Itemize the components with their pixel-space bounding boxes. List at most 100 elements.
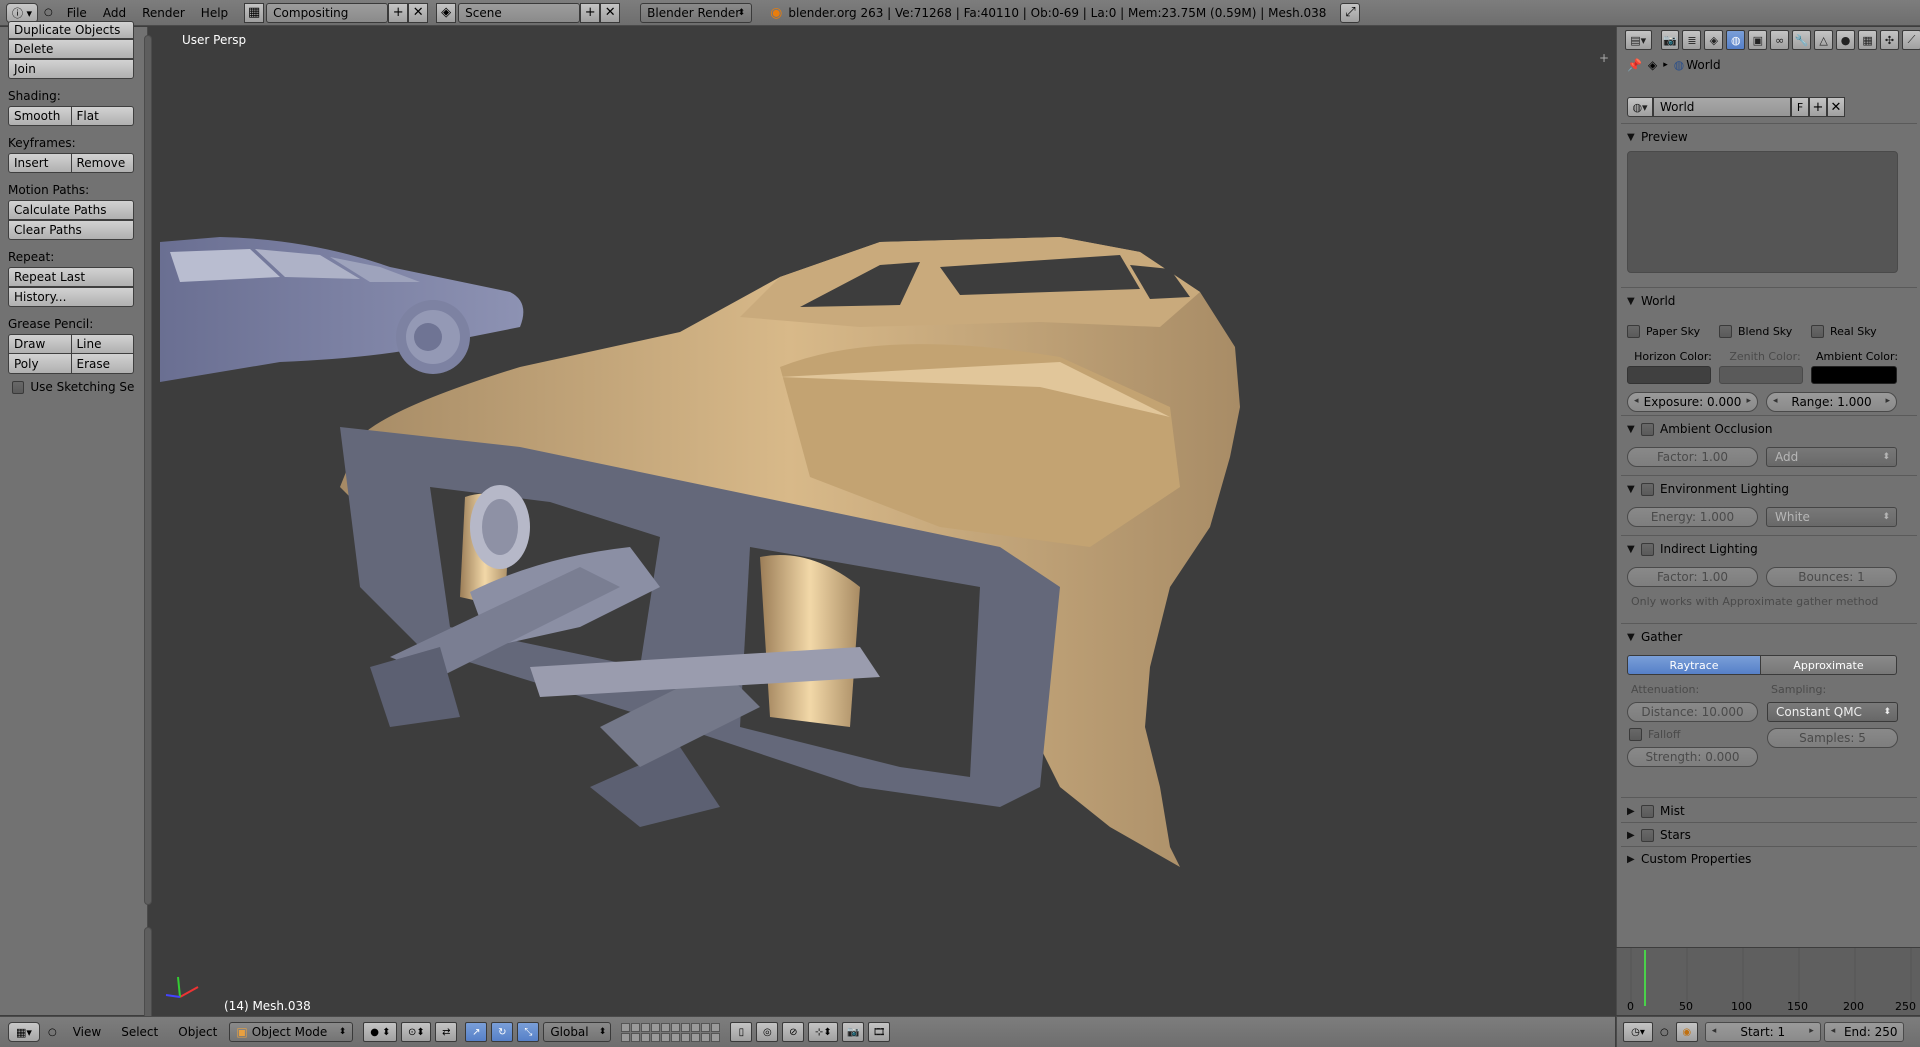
transform-orientation-select[interactable]: Global ⬍ bbox=[543, 1022, 612, 1042]
gather-header[interactable]: ▼ Gather bbox=[1627, 627, 1913, 647]
record-icon[interactable]: ○ bbox=[44, 7, 53, 18]
indirect-bounces-field[interactable]: Bounces: 1 bbox=[1766, 567, 1897, 587]
layout-grid-icon[interactable]: ▦ bbox=[244, 2, 265, 23]
env-header[interactable]: ▼ Environment Lighting bbox=[1627, 479, 1913, 499]
editor-type-button[interactable]: ▤▾ bbox=[1625, 30, 1652, 50]
render-layers-tab-icon[interactable]: ≣ bbox=[1682, 30, 1702, 50]
world-header[interactable]: ▼ World bbox=[1627, 291, 1913, 311]
editor-type-info-button[interactable]: ⓘ ▾ bbox=[6, 2, 38, 23]
menu-render[interactable]: Render bbox=[134, 6, 193, 20]
snap-toggle-icon[interactable]: ⊘ bbox=[782, 1022, 805, 1042]
particles-tab-icon[interactable]: ✣ bbox=[1880, 30, 1899, 50]
grease-draw-button[interactable]: Draw bbox=[8, 334, 72, 354]
world-name-field[interactable]: World bbox=[1653, 97, 1791, 117]
indirect-header[interactable]: ▼ Indirect Lighting bbox=[1627, 539, 1913, 559]
add-world-button[interactable]: + bbox=[1809, 97, 1827, 117]
ao-checkbox[interactable] bbox=[1641, 422, 1654, 436]
remove-scene-button[interactable]: ✕ bbox=[600, 2, 621, 23]
viewport-shading-button[interactable]: ● ⬍ bbox=[363, 1022, 398, 1042]
remove-layout-button[interactable]: ✕ bbox=[408, 2, 429, 23]
grease-poly-button[interactable]: Poly bbox=[8, 354, 72, 374]
smooth-button[interactable]: Smooth bbox=[8, 106, 72, 126]
menu-add[interactable]: Add bbox=[95, 6, 134, 20]
translate-manipulator-icon[interactable]: ↗ bbox=[465, 1022, 488, 1042]
constraints-tab-icon[interactable]: ∞ bbox=[1770, 30, 1790, 50]
world-tab-icon[interactable]: ◍ bbox=[1726, 30, 1746, 50]
scene-tab-icon[interactable]: ◈ bbox=[1704, 30, 1724, 50]
mist-checkbox[interactable] bbox=[1641, 804, 1654, 818]
pivot-point-button[interactable]: ⊙⬍ bbox=[401, 1022, 432, 1042]
horizon-color-swatch[interactable] bbox=[1627, 366, 1711, 384]
menu-view[interactable]: View bbox=[65, 1025, 109, 1039]
custom-properties-header[interactable]: ▶ Custom Properties bbox=[1627, 849, 1913, 869]
texture-tab-icon[interactable]: ▦ bbox=[1858, 30, 1878, 50]
3d-viewport[interactable]: User Persp (14) Mesh.038 + bbox=[160, 27, 1615, 1015]
editor-type-3d-button[interactable]: ▦▾ bbox=[8, 1022, 40, 1042]
scene-icon[interactable]: ◈ bbox=[436, 2, 457, 23]
ao-header[interactable]: ▼ Ambient Occlusion bbox=[1627, 419, 1913, 439]
env-energy-field[interactable]: Energy: 1.000 bbox=[1627, 507, 1758, 527]
viewport-corner-plus-icon[interactable]: + bbox=[1599, 51, 1609, 65]
range-field[interactable]: ◂ Range: 1.000 ▸ bbox=[1766, 392, 1897, 412]
world-browse-button[interactable]: ◍▾ bbox=[1627, 97, 1653, 117]
manipulator-toggle[interactable]: ⇄ bbox=[435, 1022, 458, 1042]
ao-blend-select[interactable]: Add ⬍ bbox=[1766, 447, 1897, 467]
menu-file[interactable]: File bbox=[59, 6, 95, 20]
remove-keyframe-button[interactable]: Remove bbox=[71, 153, 134, 173]
real-sky-checkbox[interactable] bbox=[1811, 325, 1824, 338]
render-engine-select[interactable]: Blender Render ⬍ bbox=[640, 2, 753, 23]
zenith-color-swatch[interactable] bbox=[1719, 366, 1803, 384]
calculate-paths-button[interactable]: Calculate Paths bbox=[8, 200, 134, 220]
keying-icon[interactable]: ◉ bbox=[1675, 1022, 1698, 1042]
render-tab-icon[interactable]: 📷 bbox=[1660, 30, 1680, 50]
timeline-editor[interactable]: 0 50 100 150 200 250 bbox=[1616, 948, 1920, 1015]
clear-paths-button[interactable]: Clear Paths bbox=[8, 220, 134, 240]
proportional-edit-icon[interactable]: ◎ bbox=[756, 1022, 779, 1042]
pin-icon[interactable]: 📌 bbox=[1627, 58, 1642, 72]
paper-sky-checkbox[interactable] bbox=[1627, 325, 1640, 338]
end-frame-field[interactable]: ◂ End: 250 bbox=[1823, 1022, 1904, 1042]
physics-tab-icon[interactable]: ⟋ bbox=[1901, 30, 1920, 50]
preview-header[interactable]: ▼ Preview bbox=[1627, 127, 1913, 147]
falloff-checkbox[interactable] bbox=[1629, 728, 1642, 741]
history-button[interactable]: History... bbox=[8, 287, 134, 307]
strength-field[interactable]: Strength: 0.000 bbox=[1627, 747, 1758, 767]
mist-header[interactable]: ▶ Mist bbox=[1627, 801, 1913, 821]
lock-layers-icon[interactable]: ▯ bbox=[730, 1022, 753, 1042]
rotate-manipulator-icon[interactable]: ↻ bbox=[491, 1022, 514, 1042]
menu-help[interactable]: Help bbox=[193, 6, 236, 20]
duplicate-objects-button[interactable]: Duplicate Objects bbox=[8, 21, 134, 39]
env-color-select[interactable]: White ⬍ bbox=[1766, 507, 1897, 527]
stars-header[interactable]: ▶ Stars bbox=[1627, 825, 1913, 845]
flat-button[interactable]: Flat bbox=[71, 106, 134, 126]
menu-object[interactable]: Object bbox=[170, 1025, 225, 1039]
object-tab-icon[interactable]: ▣ bbox=[1748, 30, 1768, 50]
modifiers-tab-icon[interactable]: 🔧 bbox=[1792, 30, 1812, 50]
ao-factor-field[interactable]: Factor: 1.00 bbox=[1627, 447, 1758, 467]
render-image-icon[interactable]: 📷 bbox=[842, 1022, 865, 1042]
ambient-color-swatch[interactable] bbox=[1811, 366, 1897, 384]
sampling-method-select[interactable]: Constant QMC ⬍ bbox=[1767, 702, 1898, 722]
distance-field[interactable]: Distance: 10.000 bbox=[1627, 702, 1758, 722]
scale-manipulator-icon[interactable]: ⤡ bbox=[517, 1022, 540, 1042]
sketching-checkbox[interactable] bbox=[12, 380, 25, 394]
samples-field[interactable]: Samples: 5 bbox=[1767, 728, 1898, 748]
snap-element-icon[interactable]: ⊹⬍ bbox=[808, 1022, 839, 1042]
fake-user-button[interactable]: F bbox=[1791, 97, 1809, 117]
screen-layout-field[interactable]: Compositing bbox=[266, 2, 389, 23]
exposure-field[interactable]: ◂ Exposure: 0.000 ▸ bbox=[1627, 392, 1758, 412]
indirect-factor-field[interactable]: Factor: 1.00 bbox=[1627, 567, 1758, 587]
delete-button[interactable]: Delete bbox=[8, 39, 134, 59]
fullscreen-icon[interactable]: ⤢ bbox=[1340, 2, 1361, 23]
menu-select[interactable]: Select bbox=[113, 1025, 166, 1039]
scene-render[interactable] bbox=[160, 27, 1615, 1015]
add-scene-button[interactable]: + bbox=[580, 2, 601, 23]
render-animation-icon[interactable]: 🎞 bbox=[868, 1022, 891, 1042]
background-car[interactable] bbox=[160, 237, 524, 382]
material-tab-icon[interactable]: ● bbox=[1836, 30, 1856, 50]
env-checkbox[interactable] bbox=[1641, 482, 1654, 496]
stars-checkbox[interactable] bbox=[1641, 828, 1654, 842]
insert-keyframe-button[interactable]: Insert bbox=[8, 153, 72, 173]
repeat-last-button[interactable]: Repeat Last bbox=[8, 267, 134, 287]
timeline-editor-type-button[interactable]: ◷▾ bbox=[1623, 1022, 1653, 1042]
